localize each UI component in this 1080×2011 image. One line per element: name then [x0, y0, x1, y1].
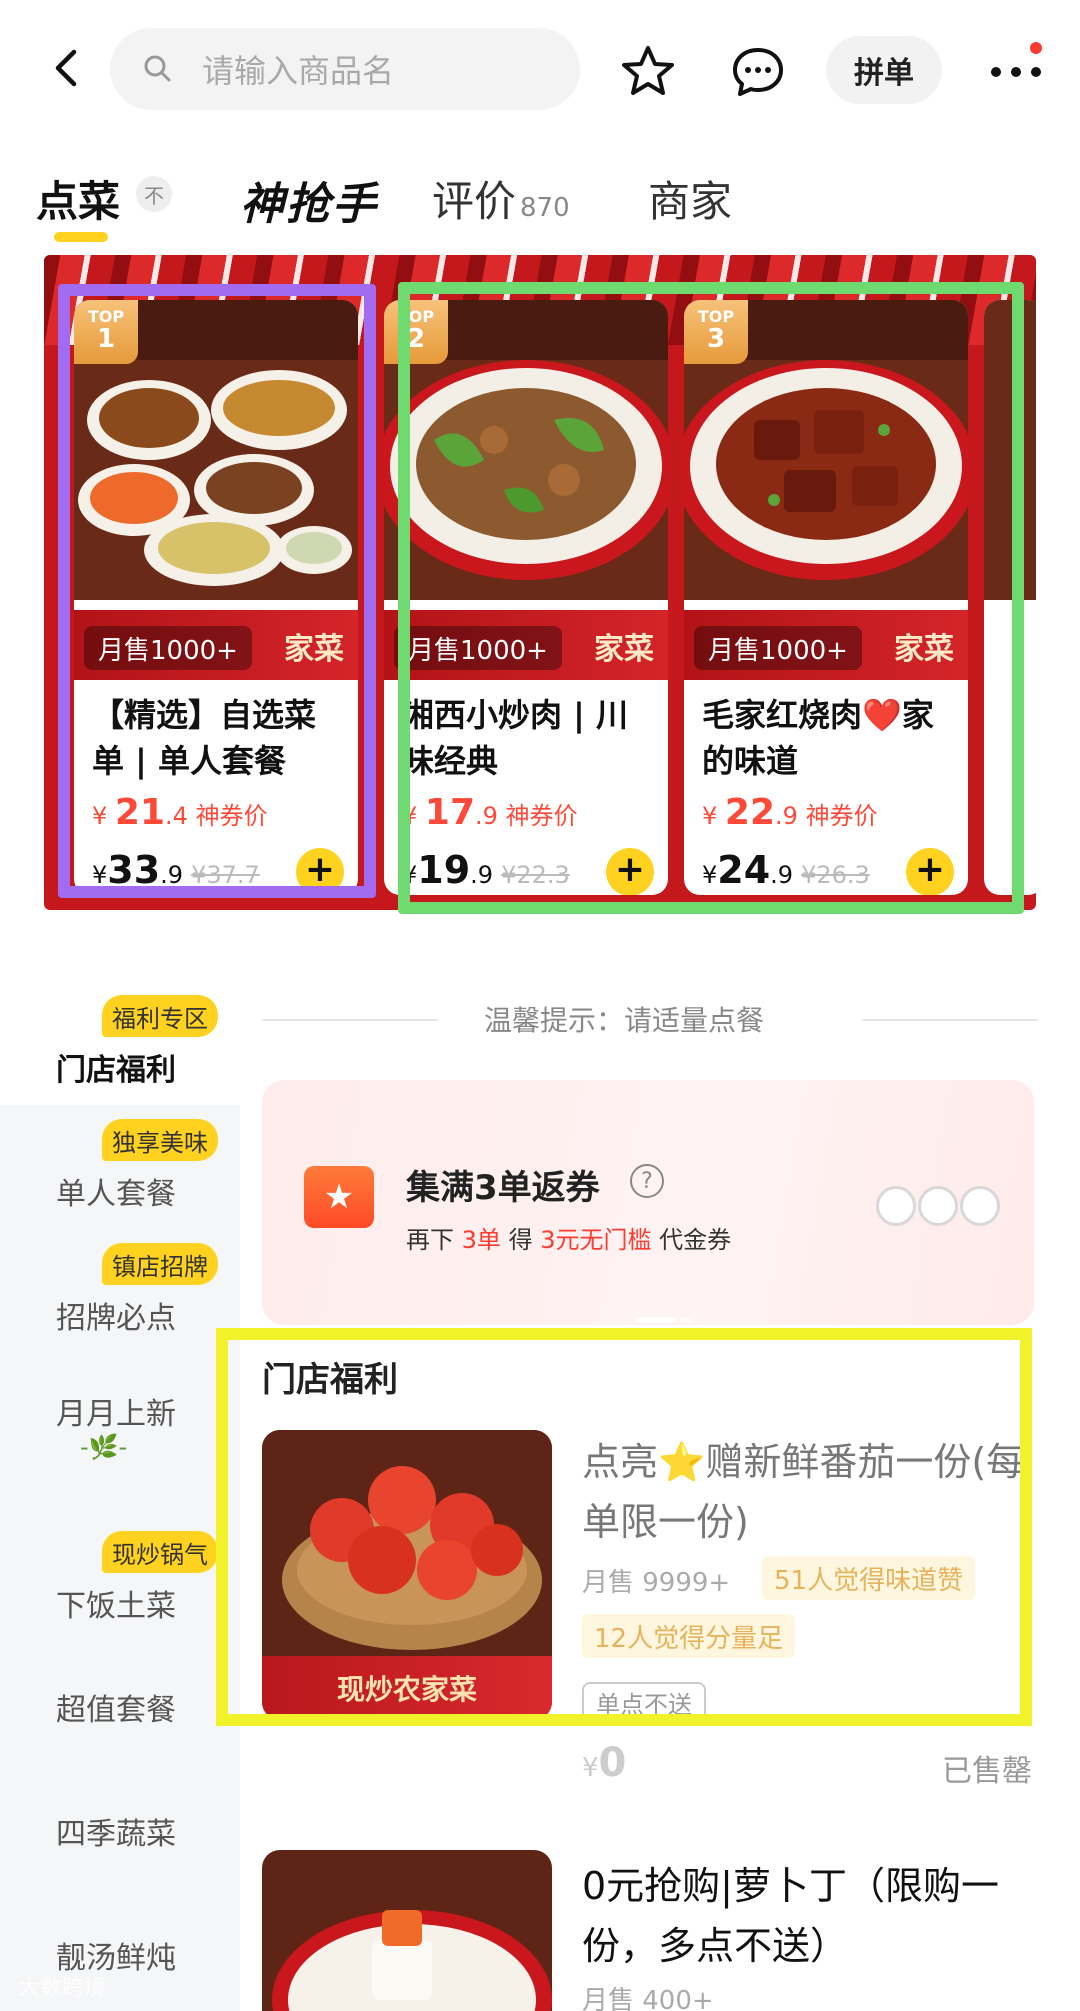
- pin-top-icon[interactable]: 不: [136, 176, 172, 212]
- item-sales: 月售 400+: [582, 1986, 714, 2011]
- coupon-title: 集满3单返券: [406, 1168, 600, 1208]
- ticket-icon: ★: [304, 1166, 374, 1228]
- ordering-tip: 温馨提示：请适量点餐: [262, 995, 1038, 1045]
- highlight-box-purple: [58, 284, 376, 898]
- sidebar-item-label: 招牌必点: [56, 1301, 176, 1336]
- search-box[interactable]: 请输入商品名: [110, 28, 580, 110]
- menu-item[interactable]: 0元抢购|萝卜丁（限购一份，多点不送） 月售 400+: [262, 1850, 1034, 2011]
- leaf-icon: -🌿-: [80, 1433, 128, 1461]
- sidebar-item-signature[interactable]: 镇店招牌 招牌必点: [0, 1243, 240, 1367]
- sidebar-item-vegetables[interactable]: 四季蔬菜: [0, 1809, 240, 1933]
- top-bar: 请输入商品名 拼单: [0, 0, 1080, 140]
- back-arrow-icon: [55, 49, 77, 87]
- sold-out-label: 已售罄: [942, 1754, 1032, 1789]
- radish-image: [262, 1850, 552, 2011]
- more-button[interactable]: [980, 44, 1052, 100]
- tab-flash-deal[interactable]: 神抢手: [240, 168, 378, 232]
- item-image: [262, 1850, 552, 2011]
- favorite-button[interactable]: [612, 36, 684, 108]
- sidebar-item-label: 四季蔬菜: [56, 1817, 176, 1852]
- carousel-pager: [636, 1308, 706, 1323]
- chat-button[interactable]: [722, 36, 794, 108]
- tab-reviews[interactable]: 评价 870: [432, 168, 570, 229]
- progress-dot: [960, 1186, 1000, 1226]
- tab-order-label: 点菜: [36, 177, 121, 226]
- search-placeholder: 请输入商品名: [202, 52, 395, 90]
- chat-icon: [733, 48, 783, 96]
- sidebar-item-single-set[interactable]: 独享美味 单人套餐: [0, 1119, 240, 1243]
- tab-order[interactable]: 点菜: [36, 168, 121, 242]
- sidebar-item-label: 下饭土菜: [56, 1589, 176, 1624]
- sidebar-item-store-benefits[interactable]: 福利专区 门店福利: [0, 995, 240, 1119]
- collect-orders-coupon-card[interactable]: ★ 集满3单返券 ? 再下 3单 得 3元无门槛 代金券: [262, 1080, 1034, 1325]
- item-price: ¥0: [582, 1740, 627, 1786]
- notification-dot: [1030, 42, 1042, 54]
- highlight-box-green: [398, 282, 1024, 914]
- review-count: 870: [520, 193, 570, 223]
- sidebar-item-label: 超值套餐: [56, 1693, 176, 1728]
- sidebar-tag: 镇店招牌: [102, 1243, 218, 1285]
- watermark: 大数跨境: [18, 1976, 107, 2001]
- sidebar-tag: 福利专区: [102, 995, 218, 1037]
- sidebar-item-home-dishes[interactable]: 现炒锅气 下饭土菜: [0, 1531, 240, 1655]
- sidebar-tag: 现炒锅气: [102, 1531, 218, 1573]
- tab-active-indicator: [54, 232, 108, 242]
- sidebar-item-monthly-new[interactable]: 月月上新 -🌿-: [0, 1389, 240, 1513]
- divider: [262, 1019, 438, 1021]
- star-icon: [622, 46, 674, 95]
- sidebar-item-label: 单人套餐: [56, 1177, 176, 1212]
- divider: [862, 1019, 1038, 1021]
- tab-bar: 点菜 不 神抢手 评价 870 商家: [0, 150, 1080, 250]
- sidebar-item-label: 月月上新: [56, 1397, 176, 1432]
- search-icon: [144, 55, 171, 82]
- help-icon[interactable]: ?: [630, 1164, 664, 1198]
- highlight-box-yellow: [216, 1328, 1032, 1726]
- group-order-button[interactable]: 拼单: [826, 36, 942, 104]
- more-icon: [991, 67, 1041, 77]
- tab-reviews-label: 评价: [432, 177, 517, 226]
- item-name: 0元抢购|萝卜丁（限购一份，多点不送）: [582, 1864, 999, 1968]
- tip-text: 温馨提示：请适量点餐: [484, 1004, 765, 1037]
- progress-dots: [876, 1186, 1002, 1230]
- sidebar-item-value-set[interactable]: 超值套餐: [0, 1685, 240, 1809]
- tab-merchant[interactable]: 商家: [648, 168, 732, 229]
- coupon-subtitle: 再下 3单 得 3元无门槛 代金券: [406, 1226, 732, 1254]
- progress-dot: [876, 1186, 916, 1226]
- category-sidebar: 福利专区 门店福利 独享美味 单人套餐 镇店招牌 招牌必点 月月上新 -🌿- 现…: [0, 985, 240, 2011]
- sidebar-tag: 独享美味: [102, 1119, 218, 1161]
- progress-dot: [918, 1186, 958, 1226]
- sidebar-item-label: 门店福利: [56, 1053, 176, 1088]
- back-button[interactable]: [40, 40, 96, 96]
